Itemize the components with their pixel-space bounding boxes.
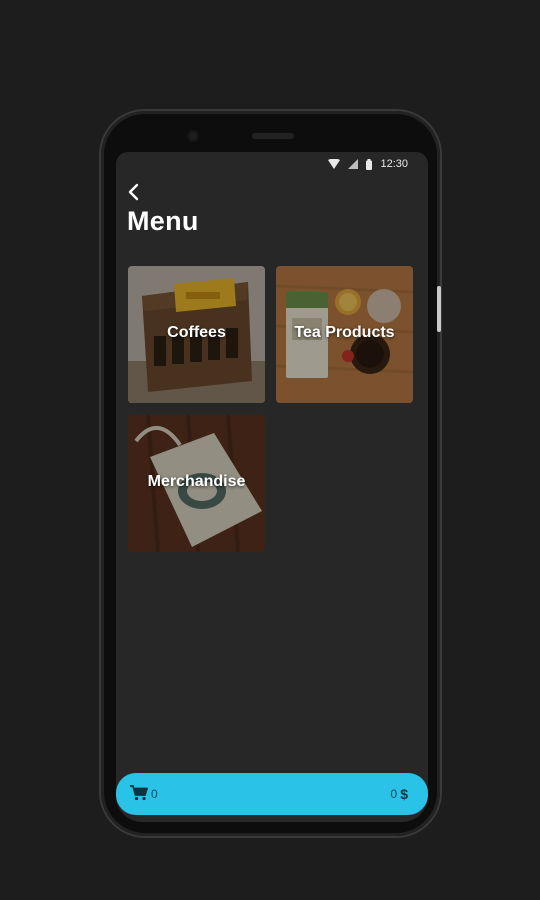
category-label: Coffees	[167, 324, 226, 341]
category-card-merchandise[interactable]: Merchandise	[128, 415, 265, 552]
front-camera	[187, 130, 199, 142]
cart-item-count: 0	[151, 787, 158, 801]
status-bar: 12:30	[116, 152, 428, 176]
power-button	[437, 286, 441, 332]
chevron-left-icon	[127, 183, 139, 206]
category-card-tea-products[interactable]: Tea Products	[276, 266, 413, 403]
page-title: Menu	[127, 206, 199, 236]
category-card-coffees[interactable]: Coffees	[128, 266, 265, 403]
wifi-icon	[328, 159, 341, 169]
cart-summary: 0	[130, 784, 158, 804]
back-button[interactable]	[122, 182, 144, 206]
cart-total: 0	[390, 787, 398, 801]
app-screen: 12:30 Menu Coffees Tea Products Merchand…	[116, 152, 428, 822]
battery-icon	[366, 158, 373, 170]
cart-total-wrap: 0 $	[391, 786, 408, 802]
category-label: Tea Products	[294, 324, 395, 341]
cart-icon	[130, 784, 148, 804]
signal-icon	[348, 159, 359, 169]
category-label: Merchandise	[147, 473, 246, 490]
status-time: 12:30	[380, 158, 408, 170]
earpiece	[252, 133, 294, 139]
cart-bar[interactable]: 0 0 $	[116, 773, 428, 815]
currency-symbol: $	[400, 786, 408, 802]
